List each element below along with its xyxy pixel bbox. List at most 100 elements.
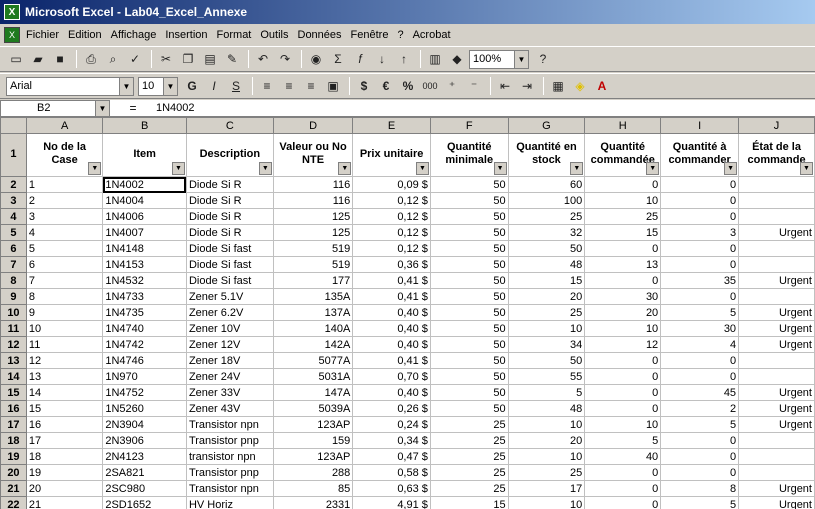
- currency-icon[interactable]: $: [354, 76, 374, 96]
- cell[interactable]: 177: [272, 272, 354, 289]
- column-header-e[interactable]: E: [352, 117, 431, 134]
- cell[interactable]: [738, 432, 815, 449]
- row-header[interactable]: 3: [0, 192, 27, 209]
- cell[interactable]: 25: [429, 464, 509, 481]
- cell[interactable]: 50: [429, 272, 509, 289]
- cell[interactable]: 15: [429, 496, 509, 509]
- menu-donnees[interactable]: Données: [298, 29, 342, 41]
- underline-icon[interactable]: S: [226, 76, 246, 96]
- cell[interactable]: 142A: [272, 336, 354, 353]
- align-left-icon[interactable]: ≡: [257, 76, 277, 96]
- cell[interactable]: 50: [429, 336, 509, 353]
- cell[interactable]: 0,09 $: [352, 176, 431, 193]
- select-all-corner[interactable]: [0, 117, 27, 134]
- autofilter-dropdown-icon[interactable]: ▼: [415, 162, 429, 175]
- header-cell[interactable]: Quantité en stock ▼: [507, 133, 586, 177]
- cell[interactable]: 10: [584, 192, 662, 209]
- row-header[interactable]: 4: [0, 208, 27, 225]
- cell[interactable]: 17: [507, 480, 586, 497]
- cell[interactable]: 15: [584, 224, 662, 241]
- autofilter-dropdown-icon[interactable]: ▼: [258, 162, 272, 175]
- cell[interactable]: 25: [507, 304, 586, 321]
- cell[interactable]: 0: [584, 240, 662, 257]
- cell[interactable]: Urgent: [738, 384, 815, 401]
- cell[interactable]: 13: [25, 368, 104, 385]
- column-header-i[interactable]: I: [660, 117, 740, 134]
- autofilter-dropdown-icon[interactable]: ▼: [724, 162, 738, 175]
- cell[interactable]: 1N4532: [102, 272, 187, 289]
- cell[interactable]: 19: [25, 464, 104, 481]
- cell[interactable]: Diode Si fast: [185, 272, 274, 289]
- sort-ascending-icon[interactable]: ↓: [372, 49, 392, 69]
- cell[interactable]: 17: [25, 432, 104, 449]
- cell[interactable]: 5: [25, 240, 104, 257]
- cell[interactable]: 0,70 $: [352, 368, 431, 385]
- cell[interactable]: 50: [429, 208, 509, 225]
- row-header[interactable]: 1: [0, 133, 27, 177]
- cell[interactable]: 1N4148: [102, 240, 187, 257]
- menu-outils[interactable]: Outils: [260, 29, 288, 41]
- percent-icon[interactable]: %: [398, 76, 418, 96]
- cell[interactable]: 0,24 $: [352, 416, 431, 433]
- cell[interactable]: [738, 464, 815, 481]
- menu-help[interactable]: ?: [397, 29, 403, 41]
- header-cell[interactable]: Description ▼: [185, 133, 274, 177]
- cell[interactable]: 0,34 $: [352, 432, 431, 449]
- header-cell[interactable]: Item ▼: [102, 133, 187, 177]
- hyperlink-icon[interactable]: ◉: [306, 49, 326, 69]
- cell[interactable]: 0,41 $: [352, 272, 431, 289]
- cell[interactable]: 0,40 $: [352, 384, 431, 401]
- cell[interactable]: 25: [429, 448, 509, 465]
- row-header[interactable]: 6: [0, 240, 27, 257]
- cell[interactable]: 16: [25, 416, 104, 433]
- cell[interactable]: 50: [429, 240, 509, 257]
- cell[interactable]: [738, 288, 815, 305]
- cell[interactable]: 0,58 $: [352, 464, 431, 481]
- cell[interactable]: 0: [660, 448, 740, 465]
- row-header[interactable]: 20: [0, 464, 27, 481]
- chevron-down-icon[interactable]: ▼: [119, 77, 133, 95]
- chevron-down-icon[interactable]: ▼: [514, 50, 528, 68]
- cell[interactable]: 0: [584, 368, 662, 385]
- cell[interactable]: transistor npn: [185, 448, 274, 465]
- header-cell[interactable]: Prix unitaire ▼: [352, 133, 431, 177]
- cell[interactable]: 1N4007: [102, 224, 187, 241]
- row-header[interactable]: 18: [0, 432, 27, 449]
- cell[interactable]: 0: [660, 176, 740, 193]
- row-header[interactable]: 12: [0, 336, 27, 353]
- cell[interactable]: 2: [25, 192, 104, 209]
- chevron-down-icon[interactable]: ▼: [163, 77, 177, 95]
- cell[interactable]: Zener 5.1V: [185, 288, 274, 305]
- cell[interactable]: 12: [584, 336, 662, 353]
- cell[interactable]: Diode Si R: [185, 176, 274, 193]
- cell[interactable]: 0: [660, 240, 740, 257]
- cell[interactable]: 10: [507, 448, 586, 465]
- cell[interactable]: 0,12 $: [352, 240, 431, 257]
- cell[interactable]: 13: [584, 256, 662, 273]
- new-icon[interactable]: ▭: [6, 49, 26, 69]
- cell[interactable]: [738, 256, 815, 273]
- cell[interactable]: 9: [25, 304, 104, 321]
- row-header[interactable]: 9: [0, 288, 27, 305]
- row-header[interactable]: 17: [0, 416, 27, 433]
- row-header[interactable]: 22: [0, 496, 27, 509]
- cell[interactable]: 0,63 $: [352, 480, 431, 497]
- header-cell[interactable]: Quantité commandée ▼: [584, 133, 662, 177]
- borders-icon[interactable]: ▦: [548, 76, 568, 96]
- cell[interactable]: 2: [660, 400, 740, 417]
- cell[interactable]: 35: [660, 272, 740, 289]
- format-painter-icon[interactable]: ✎: [222, 49, 242, 69]
- cell[interactable]: 10: [584, 320, 662, 337]
- row-header[interactable]: 21: [0, 480, 27, 497]
- cell[interactable]: Diode Si fast: [185, 240, 274, 257]
- cell[interactable]: [738, 240, 815, 257]
- cell[interactable]: 0: [584, 480, 662, 497]
- menu-affichage[interactable]: Affichage: [111, 29, 157, 41]
- cell[interactable]: 0,26 $: [352, 400, 431, 417]
- cell[interactable]: 60: [507, 176, 586, 193]
- paste-icon[interactable]: ▤: [200, 49, 220, 69]
- align-right-icon[interactable]: ≡: [301, 76, 321, 96]
- autofilter-dropdown-icon[interactable]: ▼: [171, 162, 185, 175]
- workbook-icon[interactable]: X: [4, 26, 20, 43]
- cell[interactable]: 30: [584, 288, 662, 305]
